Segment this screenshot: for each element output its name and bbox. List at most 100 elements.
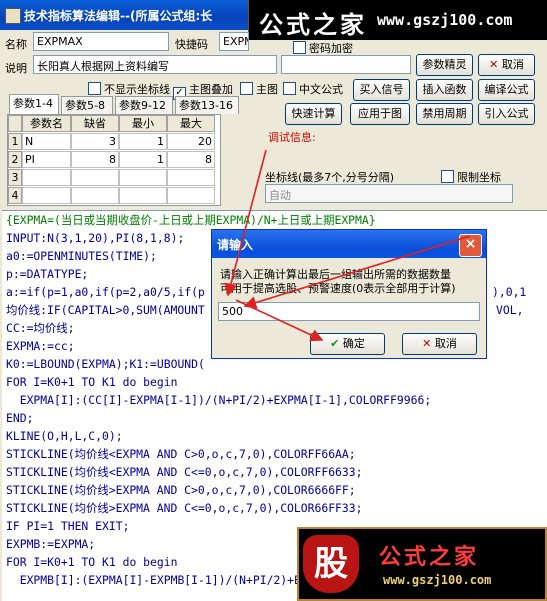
- code-line: a0:=OPENMINUTES(TIME);: [6, 249, 157, 263]
- debug-info-label: 调试信息:: [268, 131, 316, 144]
- code-line-tail: ),0,1: [492, 285, 527, 299]
- password-checkbox[interactable]: 密码加密: [293, 40, 353, 56]
- insert-function-button[interactable]: 插入函数: [416, 79, 473, 101]
- checkbox-box[interactable]: [441, 170, 454, 183]
- code-line: K0:=LBOUND(EXPMA);K1:=UBOUND(: [6, 357, 205, 371]
- row-index: 4: [8, 187, 22, 204]
- column-header-max: 最大: [167, 115, 215, 132]
- checkbox-box[interactable]: [293, 41, 306, 54]
- description-input[interactable]: 长阳真人根据网上资料编写: [33, 55, 277, 74]
- code-line-tail: VOL,: [496, 303, 524, 317]
- code-line: EXPMA:=cc;: [6, 339, 75, 353]
- checkbox-box[interactable]: [283, 82, 296, 95]
- param-default-cell[interactable]: 8: [71, 151, 119, 168]
- column-header-min: 最小: [119, 115, 167, 132]
- shortcut-code-input[interactable]: EXPM: [219, 32, 249, 51]
- parameter-table: 参数名 缺省 最小 最大 1 N 3 1 20 2 PI 8 1 8 3 4: [7, 114, 221, 206]
- input-dialog: 请输入 × 请输入正确计算出最后一组输出所需的数据数量 可用于提高选股、预警速度…: [211, 229, 487, 359]
- axis-lines-label: 坐标线(最多7个,分号分隔): [265, 171, 395, 184]
- tab-params-5-8[interactable]: 参数5-8: [61, 96, 113, 114]
- param-min-cell[interactable]: [119, 187, 167, 204]
- code-line: CC:=均价线;: [6, 321, 75, 335]
- checkbox-box[interactable]: [240, 82, 253, 95]
- row-index: 1: [8, 133, 22, 150]
- apply-to-chart-button[interactable]: 应用于图: [350, 103, 410, 125]
- watermark-site-url: www.gszj100.com: [377, 11, 513, 29]
- code-line: EXPMB:=EXPMA;: [6, 537, 96, 551]
- description-label: 说明: [5, 62, 27, 75]
- data-count-input[interactable]: 500: [218, 302, 480, 321]
- column-header-default: 缺省: [71, 115, 119, 132]
- param-max-cell[interactable]: 20: [167, 133, 215, 150]
- param-name-cell[interactable]: N: [22, 133, 71, 150]
- param-default-cell[interactable]: 3: [71, 133, 119, 150]
- close-icon: ✕: [422, 337, 432, 350]
- row-index: 2: [8, 151, 22, 168]
- main-chart-checkbox[interactable]: 主图: [240, 81, 278, 97]
- buy-signal-button[interactable]: 买入信号: [353, 79, 410, 101]
- dialog-close-icon[interactable]: ×: [459, 234, 482, 257]
- code-line: EXPMA[I]:(CC[I]-EXPMA[I-1])/(N+PI/2)+EXP…: [6, 393, 432, 407]
- column-header-name: 参数名: [22, 115, 71, 132]
- checkmark-icon: ✔: [330, 337, 340, 350]
- param-name-cell[interactable]: [22, 169, 71, 186]
- compile-formula-button[interactable]: 编译公式: [478, 79, 535, 101]
- hide-axis-checkbox[interactable]: 不显示坐标线: [88, 81, 170, 97]
- param-name-cell[interactable]: PI: [22, 151, 71, 168]
- watermark-logo: 股: [303, 535, 359, 593]
- code-line: STICKLINE(均价线>EXPMA AND C<=0,o,c,7,0),CO…: [6, 501, 363, 515]
- checkbox-box[interactable]: [88, 82, 101, 95]
- code-line: IF PI=1 THEN EXIT;: [6, 519, 130, 533]
- param-min-cell[interactable]: [119, 169, 167, 186]
- code-line: FOR I=K0+1 TO K1 do begin: [6, 555, 178, 569]
- axis-lines-input[interactable]: 自动: [265, 184, 513, 203]
- param-max-cell[interactable]: 8: [167, 151, 215, 168]
- watermark-banner-top: 公式之家 www.gszj100.com: [248, 0, 547, 40]
- tab-params-13-16[interactable]: 参数13-16: [175, 96, 239, 114]
- code-line: FOR I=K0+1 TO K1 do begin: [6, 375, 178, 389]
- code-line: {EXPMA=(当日或当期收盘价-上日或上期EXPMA)/N+上日或上期EXPM…: [6, 213, 376, 227]
- code-line: END;: [6, 411, 34, 425]
- code-line: STICKLINE(均价线<EXPMA AND C<=0,o,c,7,0),CO…: [6, 465, 363, 479]
- name-input[interactable]: EXPMAX: [33, 32, 169, 51]
- watermark-site-name: 公式之家: [259, 11, 367, 39]
- window-title: 技术指标算法编辑--(所属公式组:长: [24, 9, 213, 23]
- import-formula-button[interactable]: 引入公式: [478, 103, 535, 125]
- param-min-cell[interactable]: 1: [119, 133, 167, 150]
- param-default-cell[interactable]: [71, 187, 119, 204]
- table-corner: [8, 115, 22, 132]
- name-label: 名称: [5, 38, 27, 51]
- code-line: STICKLINE(均价线>EXPMA AND C>0,o,c,7,0),COL…: [6, 483, 356, 497]
- watermark-site-url: www.gszj100.com: [383, 573, 492, 587]
- description-extra-input[interactable]: [281, 55, 411, 74]
- cancel-button[interactable]: ✕ 取消: [478, 54, 535, 76]
- disable-period-button[interactable]: 禁用周期: [416, 103, 473, 125]
- quick-calc-button[interactable]: 快速计算: [285, 103, 342, 125]
- code-line: KLINE(O,H,L,C,0);: [6, 429, 123, 443]
- code-line: a:=if(p=1,a0,if(p=2,a0/5,if(p: [6, 285, 205, 299]
- limit-axis-checkbox[interactable]: 限制坐标: [441, 169, 501, 185]
- param-max-cell[interactable]: [167, 187, 215, 204]
- tab-params-1-4[interactable]: 参数1-4: [9, 94, 59, 115]
- tab-params-9-12[interactable]: 参数9-12: [115, 96, 173, 114]
- app-icon: [5, 8, 21, 24]
- chinese-formula-checkbox[interactable]: 中文公式: [283, 81, 343, 97]
- code-line: EXPMB[I]:(EXPMA[I]-EXPMB[I-1])/(N+PI/2)+…: [6, 573, 301, 587]
- code-line: STICKLINE(均价线<EXPMA AND C>0,o,c,7,0),COL…: [6, 447, 356, 461]
- watermark-banner-bottom: 股 公式之家 www.gszj100.com: [297, 527, 547, 601]
- dialog-title-bar[interactable]: 请输入 ×: [212, 230, 486, 258]
- param-tune-button[interactable]: 参数精灵: [416, 54, 473, 76]
- dialog-title: 请输入: [217, 238, 254, 252]
- dialog-ok-button[interactable]: ✔ 确定: [310, 333, 385, 355]
- param-name-cell[interactable]: [22, 187, 71, 204]
- dialog-message-line2: 可用于提高选股、预警速度(0表示全部用于计算): [220, 282, 456, 295]
- code-line: p:=DATATYPE;: [6, 267, 89, 281]
- watermark-site-name: 公式之家: [379, 545, 480, 570]
- param-default-cell[interactable]: [71, 169, 119, 186]
- shortcut-code-label: 快捷码: [175, 38, 208, 51]
- code-line: 均价线:IF(CAPITAL>0,SUM(AMOUNT: [6, 303, 205, 317]
- dialog-cancel-button[interactable]: ✕ 取消: [402, 333, 477, 355]
- param-min-cell[interactable]: 1: [119, 151, 167, 168]
- param-max-cell[interactable]: [167, 169, 215, 186]
- code-line: INPUT:N(3,1,20),PI(8,1,8);: [6, 231, 185, 245]
